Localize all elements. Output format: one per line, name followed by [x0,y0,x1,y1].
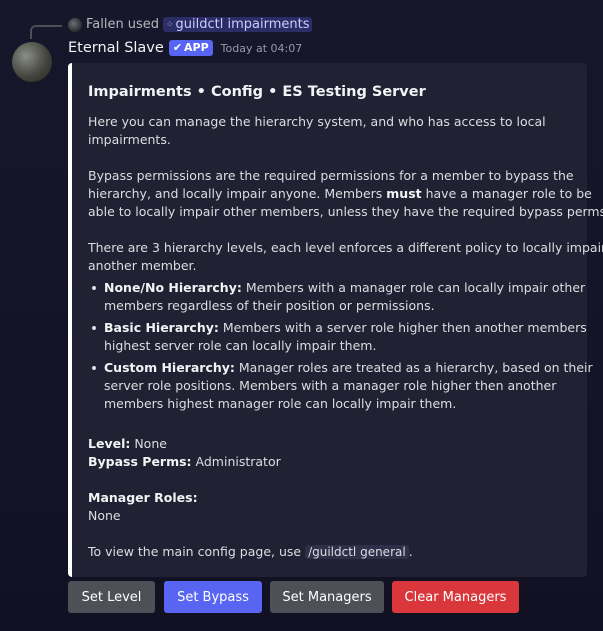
app-badge-label: APP [184,41,209,54]
bypass-line-1: Bypass permissions are the required perm… [88,168,574,183]
clear-managers-button[interactable]: Clear Managers [392,581,519,613]
intro-line-2: impairments. [88,132,171,147]
embed: Impairments • Config • ES Testing Server… [68,63,603,577]
bullet-custom-hierarchy-cont-1: server role positions. Members with a ma… [104,378,557,393]
slash-command-icon: ⁘ [165,19,173,30]
reply-command-text: guildctl impairments [175,17,310,32]
app-badge: ✔ APP [168,40,213,56]
avatar[interactable] [12,42,52,82]
username[interactable]: Eternal Slave [68,40,164,56]
bypass-perms-field: Bypass Perms: Administrator [88,454,281,469]
bullet-none-hierarchy-cont: members regardless of their position or … [104,298,435,313]
message-header: Eternal Slave ✔ APP Today at 04:07 [68,40,302,56]
set-level-button[interactable]: Set Level [68,581,155,613]
reply-context[interactable]: Fallen used ⁘ guildctl impairments [68,17,313,32]
verified-check-icon: ✔ [172,41,183,54]
level-field: Level: None [88,436,167,451]
intro-line-1: Here you can manage the hierarchy system… [88,114,546,129]
set-bypass-button[interactable]: Set Bypass [164,581,262,613]
levels-intro-line-2: another member. [88,258,197,273]
bullet-custom-hierarchy: Custom Hierarchy: Manager roles are trea… [92,360,593,375]
reply-connector [30,25,62,39]
bullet-none-hierarchy: None/No Hierarchy: Members with a manage… [91,280,586,295]
reply-avatar[interactable] [68,17,82,32]
embed-title: Impairments • Config • ES Testing Server [88,84,426,100]
bypass-line-2: hierarchy, and locally impair anyone. Me… [88,186,592,201]
manager-roles-value: None [88,508,121,523]
bullet-basic-hierarchy-cont: highest server role can locally impair t… [104,338,377,353]
bullet-basic-hierarchy: Basic Hierarchy: Members with a server r… [92,320,587,335]
set-managers-button[interactable]: Set Managers [270,581,384,613]
command-mention[interactable]: /guildctl general [305,545,409,559]
levels-intro-line-1: There are 3 hierarchy levels, each level… [88,240,603,255]
reply-used-text: used [127,17,159,32]
timestamp: Today at 04:07 [220,41,303,55]
reply-username[interactable]: Fallen [86,17,124,32]
reply-command-pill[interactable]: ⁘ guildctl impairments [162,17,313,32]
footer-text: To view the main config page, use /guild… [88,544,413,559]
bullet-custom-hierarchy-cont-2: members highest manager role can locally… [104,396,457,411]
emphasis-must: must [386,186,422,201]
bypass-line-3: able to locally impair other members, un… [88,204,603,219]
manager-roles-label: Manager Roles: [88,490,198,505]
